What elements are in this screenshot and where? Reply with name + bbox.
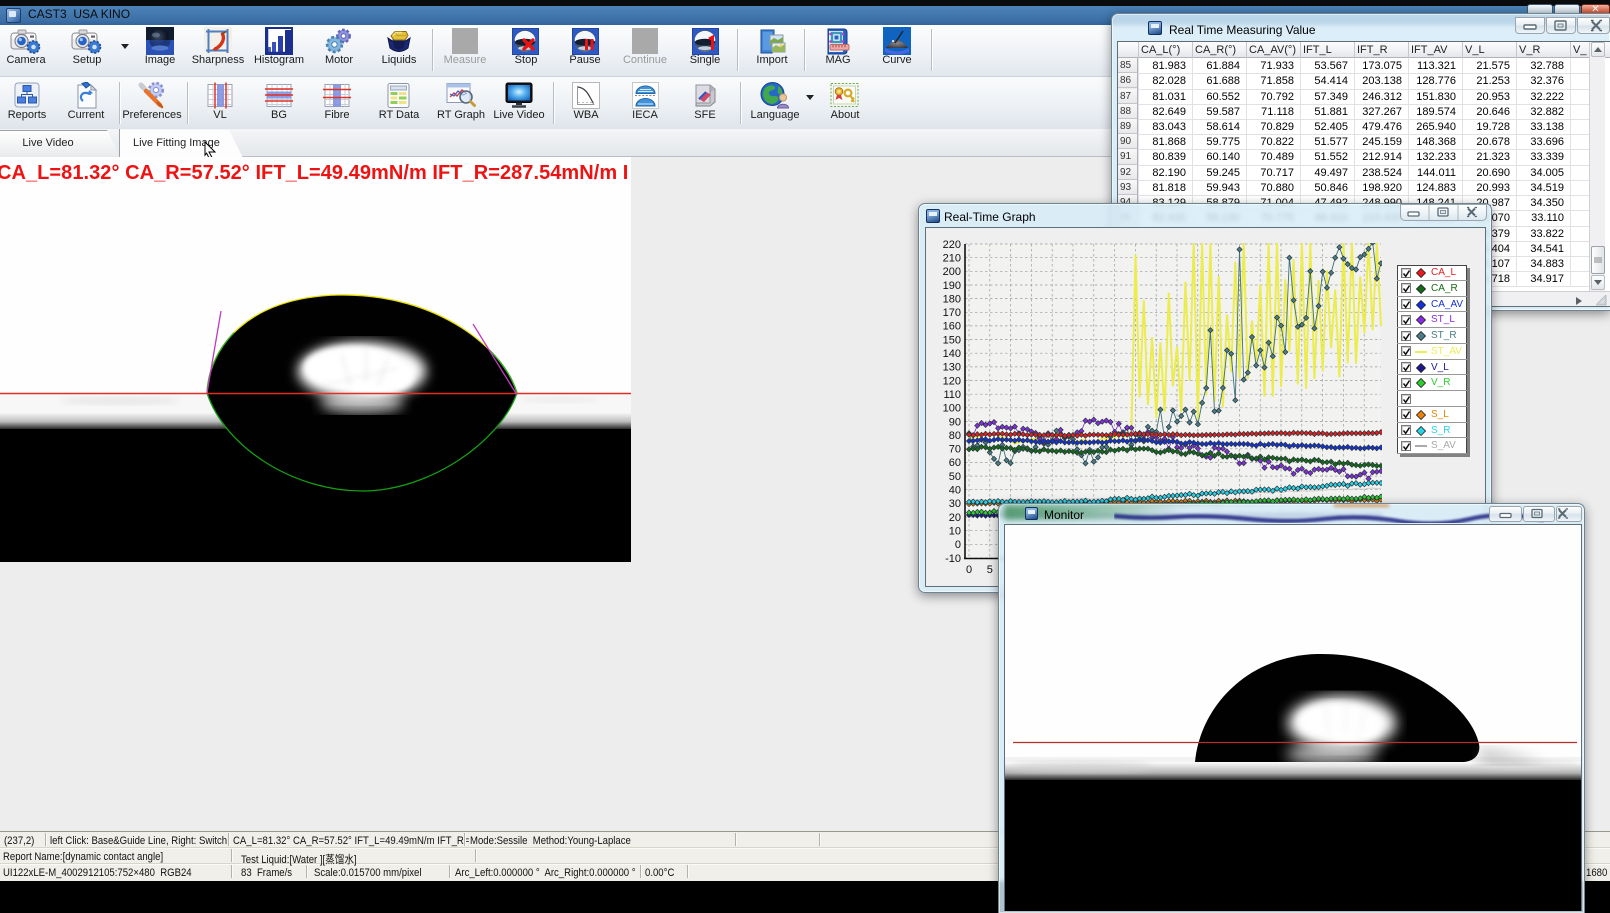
svg-text:0: 0 <box>966 564 972 576</box>
svg-text:210: 210 <box>943 253 961 265</box>
svg-text:60: 60 <box>949 457 961 469</box>
svg-text:5: 5 <box>987 564 993 576</box>
svg-text:220: 220 <box>943 239 961 251</box>
svg-text:70: 70 <box>949 444 961 456</box>
svg-text:200: 200 <box>943 266 961 278</box>
svg-text:120: 120 <box>943 375 961 387</box>
svg-text:130: 130 <box>943 362 961 374</box>
svg-text:110: 110 <box>943 389 961 401</box>
svg-text:40: 40 <box>949 485 961 497</box>
svg-text:90: 90 <box>949 416 961 428</box>
svg-text:190: 190 <box>943 280 961 292</box>
svg-text:-10: -10 <box>945 553 961 565</box>
svg-text:10: 10 <box>949 526 961 538</box>
svg-text:150: 150 <box>943 334 961 346</box>
svg-text:180: 180 <box>943 293 961 305</box>
svg-text:20: 20 <box>949 512 961 524</box>
svg-text:0: 0 <box>955 539 961 551</box>
svg-text:140: 140 <box>943 348 961 360</box>
svg-text:170: 170 <box>943 307 961 319</box>
svg-text:160: 160 <box>943 321 961 333</box>
svg-text:30: 30 <box>949 498 961 510</box>
svg-text:50: 50 <box>949 471 961 483</box>
svg-text:80: 80 <box>949 430 961 442</box>
svg-text:100: 100 <box>943 403 961 415</box>
